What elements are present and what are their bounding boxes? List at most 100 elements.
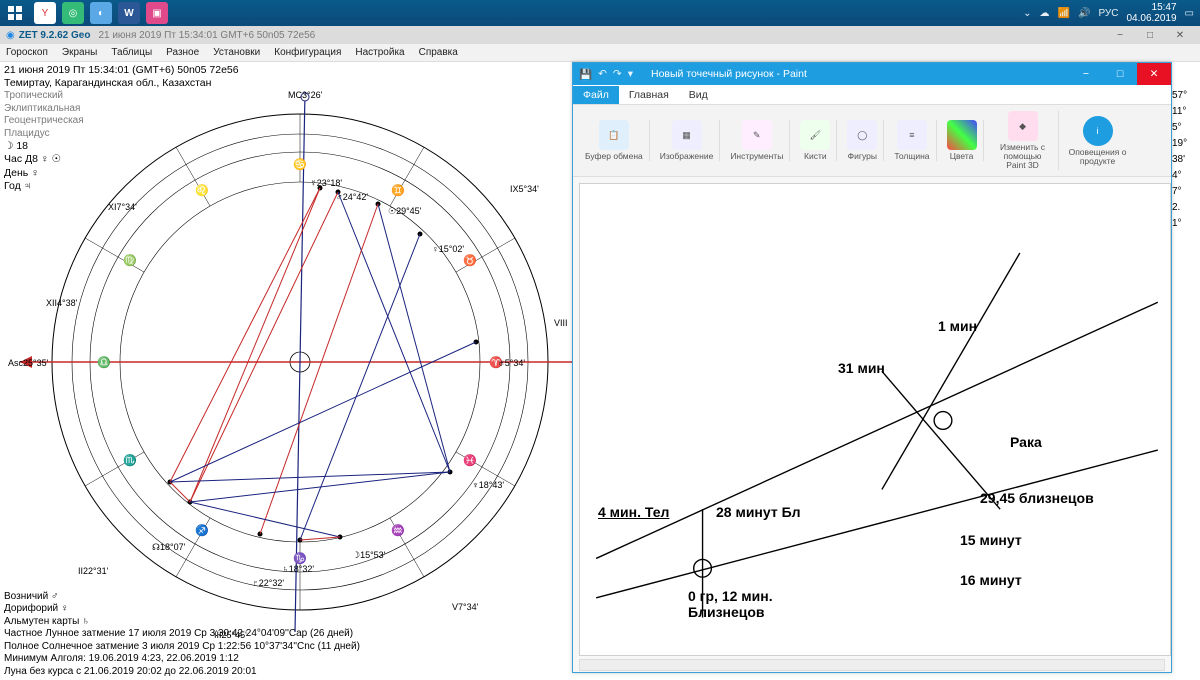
save-icon[interactable]: 💾 (579, 68, 592, 81)
network-icon[interactable]: 📶 (1058, 8, 1070, 19)
menu-settings[interactable]: Установки (213, 47, 260, 58)
lbl-1min: 1 мин (938, 318, 977, 334)
paint-maximize-button[interactable]: □ (1103, 63, 1137, 85)
windows-taskbar: Y ◎ ◐ W ▣ ⌄ ☁ 📶 🔊 РУС 15:47 04.06.2019 ▭ (0, 0, 1200, 26)
svg-text:♐: ♐ (195, 524, 209, 537)
taskbar-app-pink[interactable]: ▣ (146, 2, 168, 24)
cloud-sync-icon[interactable]: ☁ (1040, 8, 1050, 19)
menu-prefs[interactable]: Настройка (355, 47, 404, 58)
svg-text:II22°31': II22°31' (78, 566, 109, 576)
lbl-15min: 15 минут (960, 532, 1022, 548)
language-indicator[interactable]: РУС (1098, 8, 1118, 19)
lbl-4tel: 4 мин. Тел (598, 504, 669, 520)
svg-text:♎: ♎ (97, 356, 111, 369)
ribbon-alerts[interactable]: iОповещения о продукте (1063, 116, 1133, 166)
taskbar-clock[interactable]: 15:47 04.06.2019 (1126, 2, 1176, 24)
ribbon-paint3d[interactable]: ◆Изменить с помощью Paint 3D (988, 111, 1059, 170)
svg-text:♉: ♉ (463, 254, 477, 267)
foot-dori: Дорифорий ♀ (4, 603, 360, 616)
paint-canvas[interactable]: 1 мин 31 мин Рака 29,45 близнецов 15 мин… (579, 183, 1171, 656)
ribbon-clipboard[interactable]: 📋Буфер обмена (579, 120, 650, 161)
zet-title-bar: ◉ ZET 9.2.62 Geo 21 июня 2019 Пт 15:34:0… (0, 26, 1200, 44)
paint-title-text: Новый точечный рисунок - Paint (639, 68, 1069, 80)
foot-almu: Альмутен карты ♄ (4, 616, 360, 629)
svg-text:XII4°38': XII4°38' (46, 298, 78, 308)
paint-ribbon-tabs: Файл Главная Вид (573, 85, 1171, 105)
clock-time: 15:47 (1126, 2, 1176, 13)
ribbon-image[interactable]: ▦Изображение (654, 120, 721, 161)
lbl-raka: Рака (1010, 434, 1042, 450)
minimize-button[interactable]: − (1106, 28, 1134, 42)
tab-file[interactable]: Файл (573, 86, 619, 104)
svg-text:♏: ♏ (123, 454, 137, 467)
svg-text:♊: ♊ (391, 184, 405, 197)
menu-tables[interactable]: Таблицы (111, 47, 152, 58)
svg-text:♒: ♒ (391, 524, 405, 537)
svg-text:MC3°26': MC3°26' (288, 90, 323, 100)
maximize-button[interactable]: □ (1136, 28, 1164, 42)
ribbon-tools[interactable]: ✎Инструменты (724, 120, 790, 161)
menu-misc[interactable]: Разное (166, 47, 199, 58)
foot-algol: Минимум Алголя: 19.06.2019 4:23, 22.06.2… (4, 653, 360, 666)
globe-icon: ◉ (6, 30, 15, 41)
header-line1: 21 июня 2019 Пт 15:34:01 (GMT+6) 50n05 7… (4, 64, 239, 77)
ribbon-shapes[interactable]: ◯Фигуры (841, 120, 884, 161)
action-center-icon[interactable]: ▭ (1185, 8, 1194, 19)
svg-text:☊18°07': ☊18°07' (152, 542, 186, 552)
right-data-column: 57° 11° 5° 19° 38' 4° 7° 2. 1° (1172, 88, 1198, 232)
svg-text:☽15°53': ☽15°53' (352, 550, 386, 560)
paint-window: 💾 ↶ ↷ ▾ Новый точечный рисунок - Paint −… (572, 62, 1172, 673)
paint-title-bar[interactable]: 💾 ↶ ↷ ▾ Новый точечный рисунок - Paint −… (573, 63, 1171, 85)
menu-help[interactable]: Справка (419, 47, 458, 58)
svg-text:♂24°42': ♂24°42' (336, 192, 368, 202)
undo-icon[interactable]: ↶ (598, 68, 607, 80)
taskbar-app-green[interactable]: ◎ (62, 2, 84, 24)
redo-icon[interactable]: ↷ (613, 68, 622, 80)
taskbar-apps: Y ◎ ◐ W ▣ (34, 2, 168, 24)
ribbon-colors[interactable]: Цвета (941, 120, 984, 161)
tab-home[interactable]: Главная (619, 86, 679, 104)
taskbar-app-word[interactable]: W (118, 2, 140, 24)
lbl-16min: 16 минут (960, 572, 1022, 588)
svg-text:XI7°34': XI7°34' (108, 202, 137, 212)
tray-chevron-icon[interactable]: ⌄ (1023, 8, 1031, 19)
foot-solar-ecl: Полное Солнечное затмение 3 июля 2019 Ср… (4, 641, 360, 654)
horoscope-footer: Возничий ♂ Дорифорий ♀ Альмутен карты ♄ … (4, 591, 360, 679)
system-tray: ⌄ ☁ 📶 🔊 РУС 15:47 04.06.2019 ▭ (1023, 2, 1200, 24)
svg-text:♌: ♌ (195, 184, 209, 197)
zet-menu-bar: Гороскоп Экраны Таблицы Разное Установки… (0, 44, 1200, 62)
svg-text:♆18°43': ♆18°43' (472, 480, 504, 490)
paint-canvas-area: 1 мин 31 мин Рака 29,45 близнецов 15 мин… (573, 177, 1171, 672)
foot-moonvoid: Луна без курса с 21.06.2019 20:02 до 22.… (4, 666, 360, 679)
taskbar-app-zet[interactable]: ◐ (90, 2, 112, 24)
svg-text:☉29°45': ☉29°45' (388, 206, 422, 216)
qat-more-icon[interactable]: ▾ (628, 68, 633, 80)
lbl-28bl: 28 минут Бл (716, 504, 801, 520)
paint-minimize-button[interactable]: − (1069, 63, 1103, 85)
svg-text:♄18°32': ♄18°32' (282, 564, 314, 574)
paint-ribbon: 📋Буфер обмена ▦Изображение ✎Инструменты … (573, 105, 1171, 177)
close-button[interactable]: ✕ (1166, 28, 1194, 42)
paint-close-button[interactable]: ✕ (1137, 63, 1171, 85)
svg-text:IX5°34': IX5°34' (510, 184, 539, 194)
ribbon-thickness[interactable]: ≡Толщина (888, 120, 936, 161)
start-button[interactable] (0, 0, 30, 26)
menu-config[interactable]: Конфигурация (274, 47, 341, 58)
lbl-0bl: 0 гр, 12 мин. Близнецов (688, 588, 773, 620)
svg-text:♀15°02': ♀15°02' (432, 244, 464, 254)
svg-text:♍: ♍ (123, 254, 137, 267)
ribbon-brushes[interactable]: 🖌Кисти (794, 120, 837, 161)
svg-text:♇22°32': ♇22°32' (252, 578, 284, 588)
zet-app-name: ZET 9.2.62 Geo (19, 30, 91, 41)
menu-horoscope[interactable]: Гороскоп (6, 47, 48, 58)
volume-icon[interactable]: 🔊 (1078, 8, 1090, 19)
paint-horizontal-scrollbar[interactable] (579, 659, 1165, 671)
clock-date: 04.06.2019 (1126, 13, 1176, 24)
zet-main-area: 21 июня 2019 Пт 15:34:01 (GMT+6) 50n05 7… (0, 62, 1200, 680)
menu-screens[interactable]: Экраны (62, 47, 97, 58)
lbl-29bl: 29,45 близнецов (980, 490, 1094, 506)
lbl-31min: 31 мин (838, 360, 885, 376)
taskbar-app-yandex[interactable]: Y (34, 2, 56, 24)
tab-view[interactable]: Вид (679, 86, 718, 104)
svg-text:♓: ♓ (463, 454, 477, 467)
